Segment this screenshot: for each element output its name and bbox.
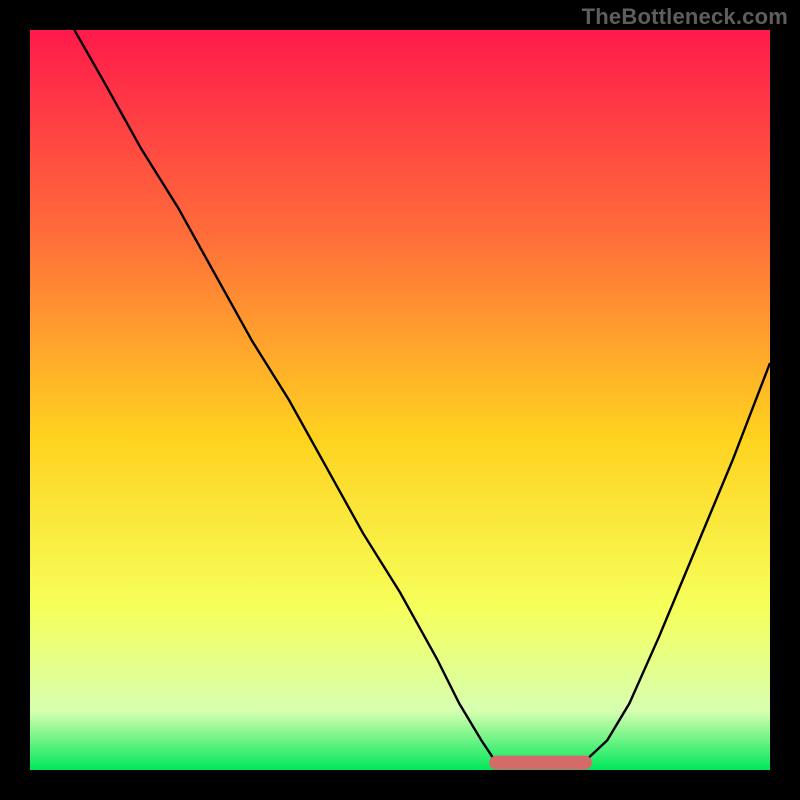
watermark-label: TheBottleneck.com	[582, 4, 788, 30]
plot-area	[30, 30, 770, 770]
bottleneck-chart: TheBottleneck.com	[0, 0, 800, 800]
chart-canvas	[0, 0, 800, 800]
